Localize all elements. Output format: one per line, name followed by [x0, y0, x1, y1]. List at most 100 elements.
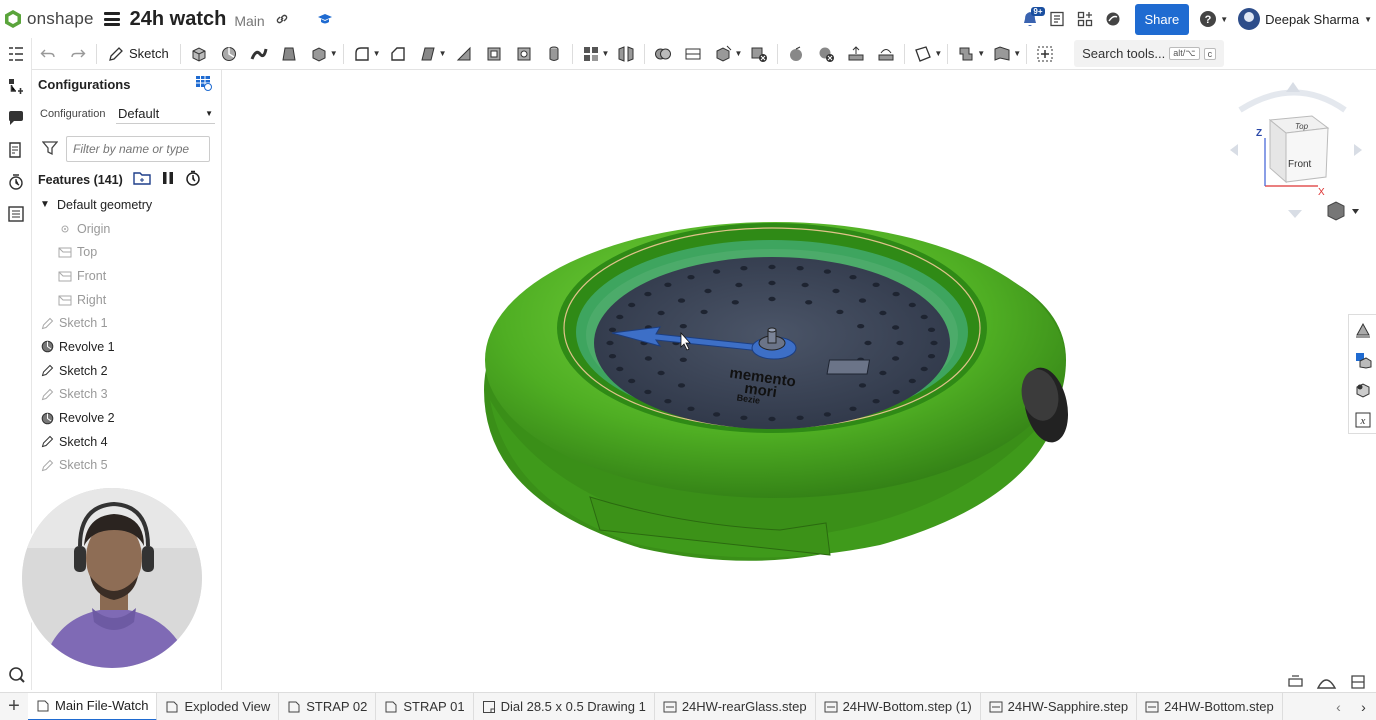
modify-fillet-icon[interactable]	[786, 44, 806, 64]
tree-item[interactable]: Right	[34, 288, 221, 312]
chamfer-icon[interactable]	[388, 44, 408, 64]
transform-icon[interactable]	[713, 44, 733, 64]
tab[interactable]: 24HW-rearGlass.step	[655, 693, 816, 720]
tree-item[interactable]: Sketch 3	[34, 383, 221, 407]
view-cube[interactable]: Top Front X Z	[1230, 82, 1362, 221]
onshape-logo[interactable]: onshape	[4, 9, 94, 29]
main-menu-icon[interactable]	[103, 12, 120, 26]
draft-chevron-down-icon[interactable]: ▼	[439, 49, 447, 58]
render-studio-icon[interactable]	[1099, 11, 1127, 27]
tab[interactable]: Main File-Watch	[28, 693, 158, 720]
tab[interactable]: Dial 28.5 x 0.5 Drawing 1	[474, 693, 655, 720]
search-tools-input[interactable]: Search tools... alt/⌥ c	[1074, 40, 1225, 67]
release-notes-icon[interactable]	[1043, 11, 1071, 27]
fillet-icon[interactable]	[352, 44, 372, 64]
surface-chevron-down-icon[interactable]: ▼	[1013, 49, 1021, 58]
sweep-icon[interactable]	[249, 44, 269, 64]
graphics-viewport[interactable]: memento mori Bezie Top Front X Z	[222, 70, 1376, 692]
watch-model[interactable]: memento mori Bezie Top Front X Z	[222, 70, 1376, 692]
notifications-icon[interactable]: 9+	[1017, 6, 1045, 32]
thicken-chevron-down-icon[interactable]: ▼	[330, 49, 338, 58]
tab[interactable]: 24HW-Bottom.step	[1137, 693, 1283, 720]
user-menu-chevron-down-icon[interactable]: ▼	[1364, 15, 1372, 24]
hole-icon[interactable]	[514, 44, 534, 64]
tab[interactable]: 24HW-Bottom.step (1)	[816, 693, 981, 720]
tree-item[interactable]: ▼ Default geometry	[34, 193, 221, 217]
surface-icon[interactable]	[992, 44, 1012, 64]
pattern-icon[interactable]	[581, 44, 601, 64]
avatar[interactable]	[1238, 8, 1261, 30]
document-branch[interactable]: Main	[234, 13, 264, 29]
custom-features-icon[interactable]: x	[1349, 405, 1376, 435]
sketch-button[interactable]: Sketch	[108, 46, 169, 62]
learning-center-icon[interactable]	[317, 12, 333, 26]
tab[interactable]: STRAP 02	[279, 693, 377, 720]
redo-icon[interactable]	[68, 44, 88, 64]
delete-part-icon[interactable]	[749, 44, 769, 64]
variable-table-icon[interactable]	[0, 198, 32, 230]
stopwatch-icon[interactable]	[185, 170, 201, 189]
share-button[interactable]: Share	[1134, 3, 1190, 35]
measure-icon[interactable]	[1349, 375, 1376, 405]
help-icon[interactable]: ?	[1199, 10, 1217, 28]
pause-icon[interactable]	[161, 171, 175, 188]
mirror-icon[interactable]	[616, 44, 636, 64]
tab[interactable]: STRAP 01	[376, 693, 474, 720]
replace-face-icon[interactable]	[876, 44, 896, 64]
dial-hole	[657, 370, 665, 376]
rib-icon[interactable]	[454, 44, 474, 64]
tree-item[interactable]: Top	[34, 240, 221, 264]
add-folder-icon[interactable]	[133, 170, 151, 189]
tree-item[interactable]: Revolve 1	[34, 335, 221, 359]
tab-scroll-left-icon[interactable]: ‹	[1336, 699, 1341, 715]
document-notes-icon[interactable]	[0, 134, 32, 166]
plane-icon[interactable]	[913, 44, 933, 64]
tab[interactable]: Exploded View	[157, 693, 280, 720]
draft-icon[interactable]	[418, 44, 438, 64]
add-custom-feature-icon[interactable]	[1035, 44, 1055, 64]
filter-icon[interactable]	[41, 140, 59, 159]
transform-chevron-down-icon[interactable]: ▼	[734, 49, 742, 58]
comments-icon[interactable]	[0, 102, 32, 134]
parts-icon[interactable]	[0, 70, 32, 102]
history-icon[interactable]	[0, 166, 32, 198]
tree-item[interactable]: Sketch 5	[34, 454, 221, 478]
filter-input[interactable]	[66, 136, 210, 162]
link-icon[interactable]	[275, 12, 289, 26]
undo-icon[interactable]	[38, 44, 58, 64]
user-name[interactable]: Deepak Sharma	[1265, 12, 1359, 27]
delete-face-icon[interactable]	[816, 44, 836, 64]
move-face-icon[interactable]	[846, 44, 866, 64]
add-tab-button[interactable]: +	[0, 693, 28, 720]
pattern-chevron-down-icon[interactable]: ▼	[602, 49, 610, 58]
plane-chevron-down-icon[interactable]: ▼	[934, 49, 942, 58]
split-icon[interactable]	[683, 44, 703, 64]
sheet-metal-chevron-down-icon[interactable]: ▼	[977, 49, 985, 58]
configuration-table-icon[interactable]	[195, 75, 213, 94]
view-search-icon[interactable]	[0, 658, 32, 690]
tree-item[interactable]: Sketch 2	[34, 359, 221, 383]
tree-item[interactable]: Front	[34, 264, 221, 288]
sheet-metal-icon[interactable]	[956, 44, 976, 64]
mass-properties-icon[interactable]	[1349, 345, 1376, 375]
tab-scroll-right-icon[interactable]: ›	[1361, 699, 1366, 715]
cylinder-icon[interactable]	[544, 44, 564, 64]
feature-list-icon[interactable]	[0, 38, 32, 70]
tree-item[interactable]: Revolve 2	[34, 406, 221, 430]
boolean-icon[interactable]	[653, 44, 673, 64]
document-title[interactable]: 24h watch	[130, 8, 227, 31]
fillet-chevron-down-icon[interactable]: ▼	[373, 49, 381, 58]
app-store-icon[interactable]	[1071, 11, 1099, 27]
tree-item[interactable]: Sketch 1	[34, 311, 221, 335]
loft-icon[interactable]	[279, 44, 299, 64]
help-chevron-down-icon[interactable]: ▼	[1220, 15, 1228, 24]
configuration-select[interactable]: Default ▼	[116, 104, 215, 124]
revolve-icon[interactable]	[219, 44, 239, 64]
shell-icon[interactable]	[484, 44, 504, 64]
tree-item[interactable]: Sketch 4	[34, 430, 221, 454]
appearance-panel-icon[interactable]	[1349, 315, 1376, 345]
thicken-icon[interactable]	[309, 44, 329, 64]
tab[interactable]: 24HW-Sapphire.step	[981, 693, 1138, 720]
tree-item[interactable]: Origin	[34, 217, 221, 241]
extrude-icon[interactable]	[189, 44, 209, 64]
